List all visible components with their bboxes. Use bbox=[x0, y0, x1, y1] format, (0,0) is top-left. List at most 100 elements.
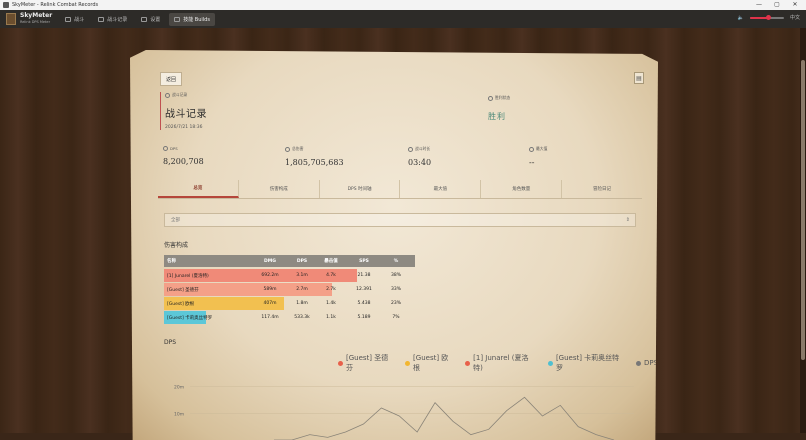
parchment-panel: 返回 ▤ 战斗记录 战斗记录 2026/7/21 18:36 胜利状态 胜利 D… bbox=[130, 50, 658, 440]
cell-crit: 2.7k bbox=[326, 287, 336, 292]
tag-icon bbox=[165, 92, 170, 98]
cell-name: [1] Junarel (夏洛特) bbox=[167, 273, 209, 279]
clipboard-icon[interactable]: ▤ bbox=[634, 72, 644, 84]
main-nav: 战斗 战斗记录 设置 技能 Builds bbox=[60, 12, 215, 26]
stat-label: 最大值 bbox=[536, 146, 548, 151]
legend-dot-icon bbox=[635, 360, 641, 366]
tab-max[interactable]: 最大值 bbox=[400, 180, 482, 198]
stat-dps: DPS 8,200,708 bbox=[163, 146, 204, 166]
result-info: 胜利状态 胜利 bbox=[488, 95, 510, 122]
table-row[interactable]: [Guest] 圣德芬589m2.7m2.7k12.39133%⌄ bbox=[164, 283, 415, 296]
language-switch[interactable]: 中文 bbox=[790, 14, 800, 21]
cell-sps: 21.38 bbox=[357, 273, 371, 278]
breakdown-title: 伤害构成 bbox=[164, 242, 189, 249]
cell-dmg: 407m bbox=[263, 301, 277, 306]
window-title: SkyMeter - Relink Combat Records bbox=[12, 2, 99, 8]
brand-subtitle: Relink DPS Meter bbox=[20, 20, 51, 24]
tab-diary[interactable]: 冒险日记 bbox=[562, 180, 642, 198]
app-header: SkyMeter Relink DPS Meter 战斗 战斗记录 设置 技能 … bbox=[0, 10, 806, 28]
tab-characters[interactable]: 角色数量 bbox=[481, 180, 563, 198]
col-header: DPS bbox=[296, 258, 308, 264]
stat-label: DPS bbox=[170, 146, 178, 151]
filter-value: 全部 bbox=[171, 218, 180, 223]
stat-label: 战斗时长 bbox=[415, 146, 431, 151]
y-tick-label: 20m bbox=[174, 385, 184, 391]
nav-label: 战斗 bbox=[74, 16, 85, 23]
chevron-updown-icon: ⇕ bbox=[625, 217, 630, 223]
cell-dps: 1.8m bbox=[296, 301, 308, 306]
scroll-thumb[interactable] bbox=[801, 60, 805, 360]
cell-dps: 3.1m bbox=[296, 273, 308, 278]
trophy-icon bbox=[488, 95, 493, 101]
tab-damage-breakdown[interactable]: 伤害构成 bbox=[239, 180, 320, 198]
nav-label: 设置 bbox=[150, 16, 161, 23]
cell-dmg: 692.2m bbox=[261, 273, 279, 278]
col-header: % bbox=[393, 258, 399, 264]
stat-value: -- bbox=[529, 158, 535, 167]
minimize-button[interactable]: — bbox=[750, 0, 768, 10]
maximize-button[interactable]: ▢ bbox=[768, 0, 786, 10]
cell-pct: 38% bbox=[390, 273, 401, 278]
cell-dmg: 589m bbox=[263, 287, 277, 292]
tab-overview[interactable]: 总览 bbox=[158, 180, 239, 198]
nav-label: 战斗记录 bbox=[107, 16, 128, 23]
tab-dps-timeline[interactable]: DPS 时间轴 bbox=[320, 180, 401, 198]
stat-value: 8,200,708 bbox=[163, 157, 204, 166]
builds-icon bbox=[174, 16, 181, 22]
cell-sps: 5.438 bbox=[357, 301, 371, 306]
battle-label: 战斗记录 bbox=[172, 92, 188, 97]
stat-value: 1,805,705,683 bbox=[285, 158, 344, 167]
table-row[interactable]: [Guest] 卡莉奥丝特罗117.4m533.3k1.1k5.1897%⌄ bbox=[164, 311, 415, 324]
cell-dps: 533.3k bbox=[294, 315, 310, 320]
cell-name: [Guest] 卡莉奥丝特罗 bbox=[167, 315, 213, 321]
stat-total-damage: 总伤害 1,805,705,683 bbox=[285, 146, 344, 167]
nav-label: 技能 Builds bbox=[183, 16, 210, 23]
cell-sps: 12.391 bbox=[356, 287, 372, 292]
cell-pct: 23% bbox=[390, 301, 401, 306]
legend-item[interactable]: DPS bbox=[635, 353, 658, 373]
settings-icon bbox=[141, 16, 148, 22]
nav-item-records[interactable]: 战斗记录 bbox=[93, 13, 132, 26]
table-body: [1] Junarel (夏洛特)692.2m3.1m4.7k21.3838%⌄… bbox=[164, 269, 415, 324]
app-icon bbox=[3, 2, 9, 8]
nav-item-battle[interactable]: 战斗 bbox=[60, 13, 89, 26]
cell-name: [Guest] 圣德芬 bbox=[167, 287, 199, 293]
table-header: 名称 DMG DPS 暴击值 SPS % bbox=[164, 255, 416, 267]
cell-pct: 33% bbox=[390, 287, 401, 292]
records-icon bbox=[98, 16, 105, 22]
cell-crit: 1.4k bbox=[326, 301, 336, 306]
table-row[interactable]: [Guest] 欧根407m1.8m1.4k5.43823%⌄ bbox=[164, 297, 415, 310]
close-button[interactable]: ✕ bbox=[786, 0, 804, 10]
result-label-row: 胜利状态 bbox=[488, 95, 510, 101]
nav-item-settings[interactable]: 设置 bbox=[136, 13, 165, 26]
header-controls: 🔈 中文 bbox=[738, 14, 800, 21]
battle-label-row: 战斗记录 bbox=[165, 92, 207, 98]
home-icon bbox=[65, 16, 72, 22]
table-row[interactable]: [1] Junarel (夏洛特)692.2m3.1m4.7k21.3838%⌄ bbox=[164, 269, 415, 282]
clock-icon bbox=[408, 146, 413, 152]
filter-select[interactable]: 全部 ⇕ bbox=[164, 213, 636, 227]
volume-slider[interactable] bbox=[749, 14, 784, 20]
cell-crit: 1.1k bbox=[326, 315, 336, 320]
cell-crit: 4.7k bbox=[326, 273, 336, 278]
y-tick-label: 10m bbox=[174, 411, 184, 417]
window-titlebar: SkyMeter - Relink Combat Records — ▢ ✕ bbox=[0, 0, 806, 10]
battle-info: 战斗记录 战斗记录 2026/7/21 18:36 bbox=[160, 92, 207, 130]
damage-icon bbox=[285, 146, 290, 152]
stat-max: 最大值 -- bbox=[529, 146, 547, 167]
stat-value: 03:40 bbox=[408, 158, 432, 167]
damage-table: 名称 DMG DPS 暴击值 SPS % [1] Junarel (夏洛特) 69… bbox=[164, 255, 416, 325]
volume-icon: 🔈 bbox=[737, 14, 744, 21]
page-title: 战斗记录 bbox=[165, 109, 207, 120]
stat-label: 总伤害 bbox=[292, 146, 304, 151]
cell-dmg: 117.4m bbox=[261, 315, 279, 320]
cell-pct: 7% bbox=[392, 315, 400, 320]
back-button[interactable]: 返回 bbox=[160, 72, 182, 86]
dps-series-line bbox=[274, 396, 615, 440]
nav-item-builds[interactable]: 技能 Builds bbox=[169, 12, 215, 26]
volume-knob[interactable] bbox=[766, 14, 772, 20]
scrollbar[interactable] bbox=[800, 28, 806, 433]
col-header: 暴击值 bbox=[324, 259, 338, 264]
stats-row: DPS 8,200,708 总伤害 1,805,705,683 战斗时长 03:… bbox=[163, 146, 633, 176]
cell-dps: 2.7m bbox=[296, 287, 308, 292]
